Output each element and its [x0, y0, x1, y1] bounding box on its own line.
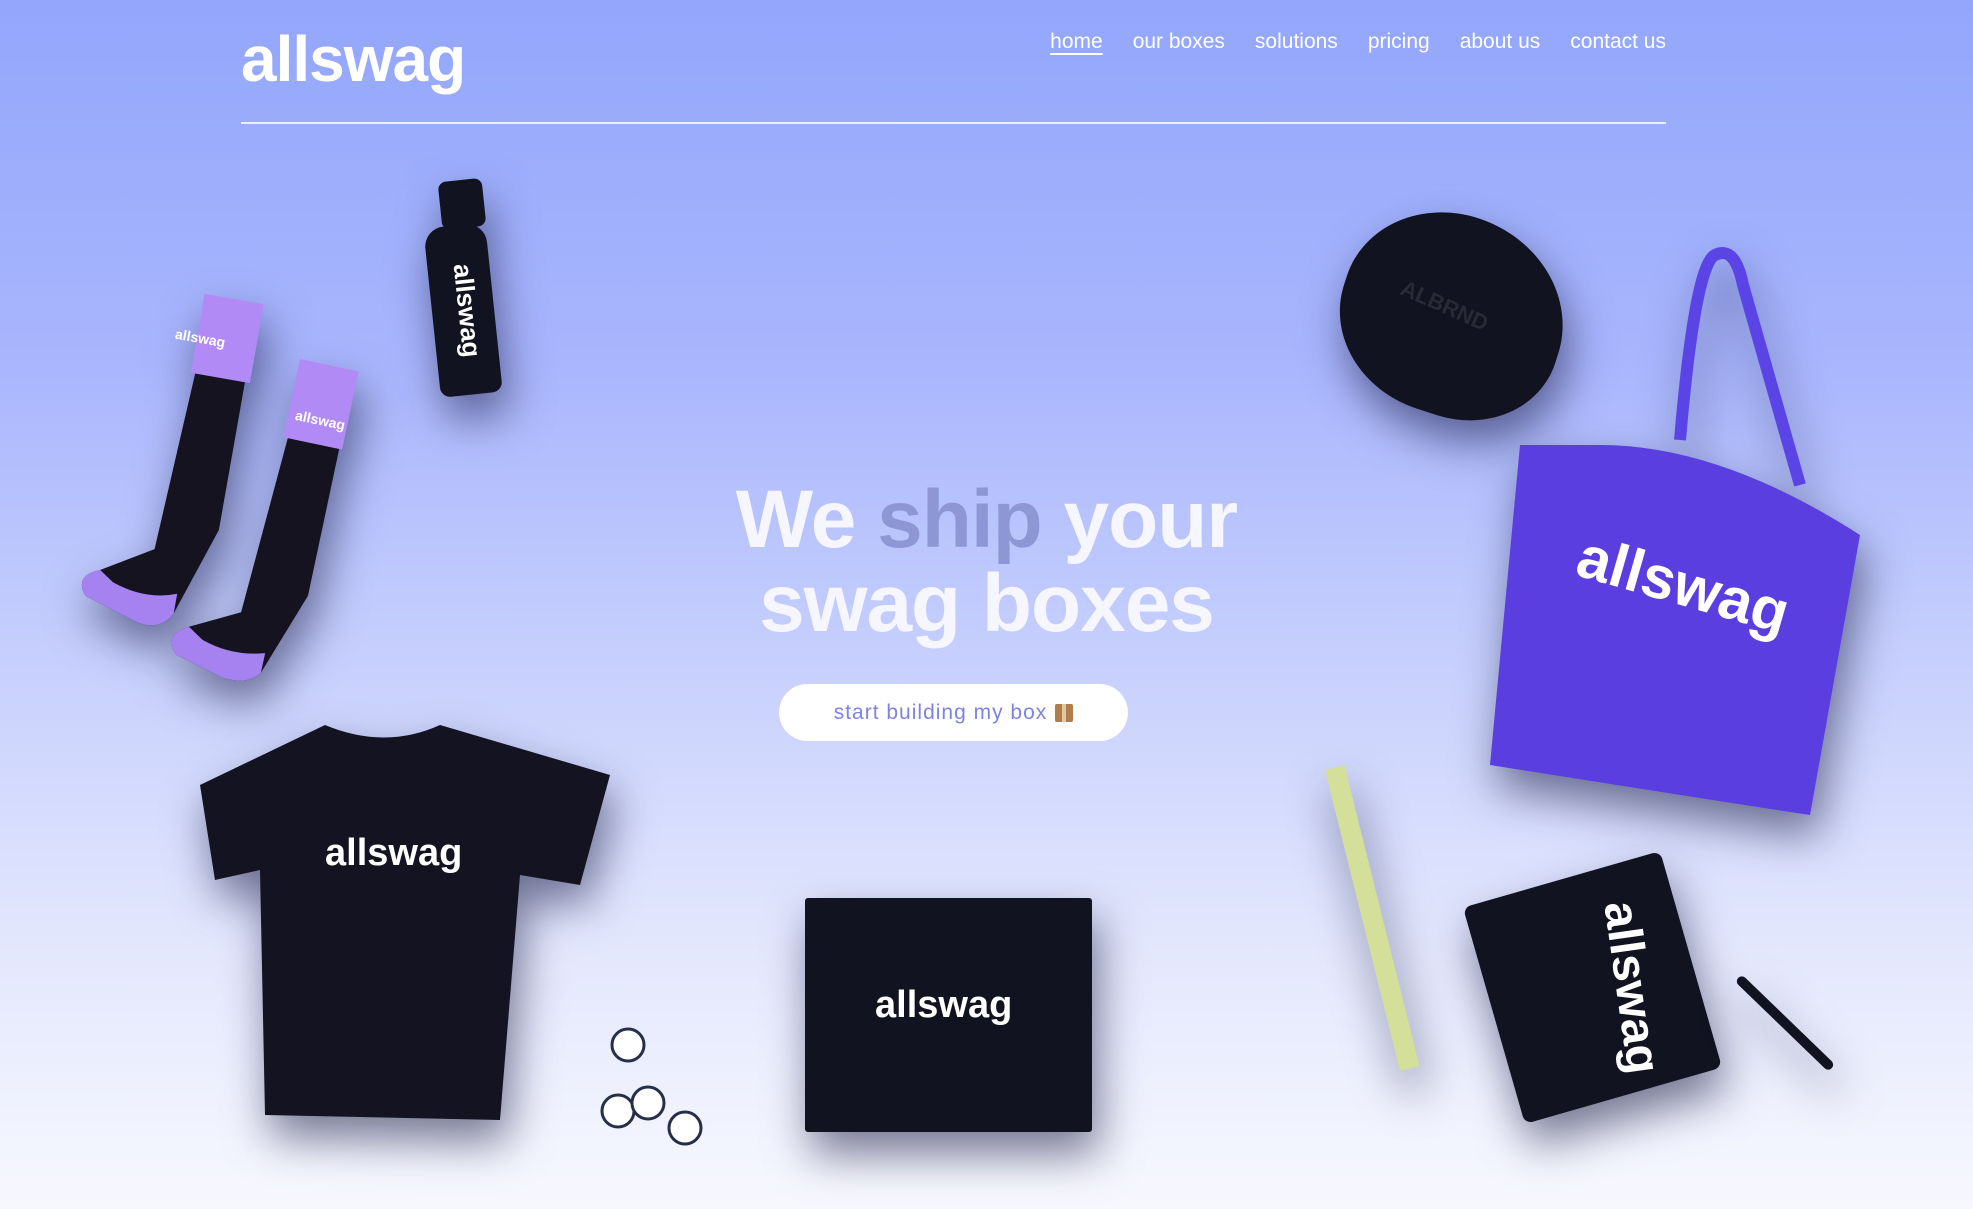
water-bottle-image: allswag [410, 177, 510, 400]
nav-solutions[interactable]: solutions [1255, 30, 1338, 54]
site-logo[interactable]: allswag [241, 22, 466, 96]
nav-contact-us[interactable]: contact us [1570, 30, 1666, 54]
stickers-image [600, 1025, 710, 1150]
pen-image [1715, 960, 1836, 1090]
cta-label: start building my box [833, 700, 1048, 724]
nav-pricing[interactable]: pricing [1368, 30, 1430, 54]
lanyard-image [1275, 765, 1420, 1085]
hero-word-your: your [1063, 474, 1239, 565]
notebook-image: allswag [1462, 851, 1723, 1124]
hero-word-we: We [735, 474, 857, 565]
box-brand: allswag [875, 984, 1013, 1026]
hero-line-2: swag boxes [759, 558, 1215, 649]
hero-headline: We ship your swag boxes [0, 478, 1973, 646]
start-building-button[interactable]: start building my box [779, 684, 1128, 741]
hero-word-ship: ship [877, 474, 1043, 565]
hero-section: We ship your swag boxes [0, 478, 1973, 646]
box-icon [1055, 703, 1074, 722]
nav-home[interactable]: home [1050, 30, 1103, 54]
nav-about-us[interactable]: about us [1460, 30, 1541, 54]
tshirt-image: allswag [200, 720, 615, 1120]
swag-box-image: allswag [805, 898, 1092, 1132]
site-header: allswag home our boxes solutions pricing… [241, 0, 1666, 125]
tshirt-brand: allswag [325, 832, 463, 874]
main-nav: home our boxes solutions pricing about u… [1050, 30, 1666, 54]
header-divider [241, 122, 1666, 124]
nav-our-boxes[interactable]: our boxes [1133, 30, 1225, 54]
